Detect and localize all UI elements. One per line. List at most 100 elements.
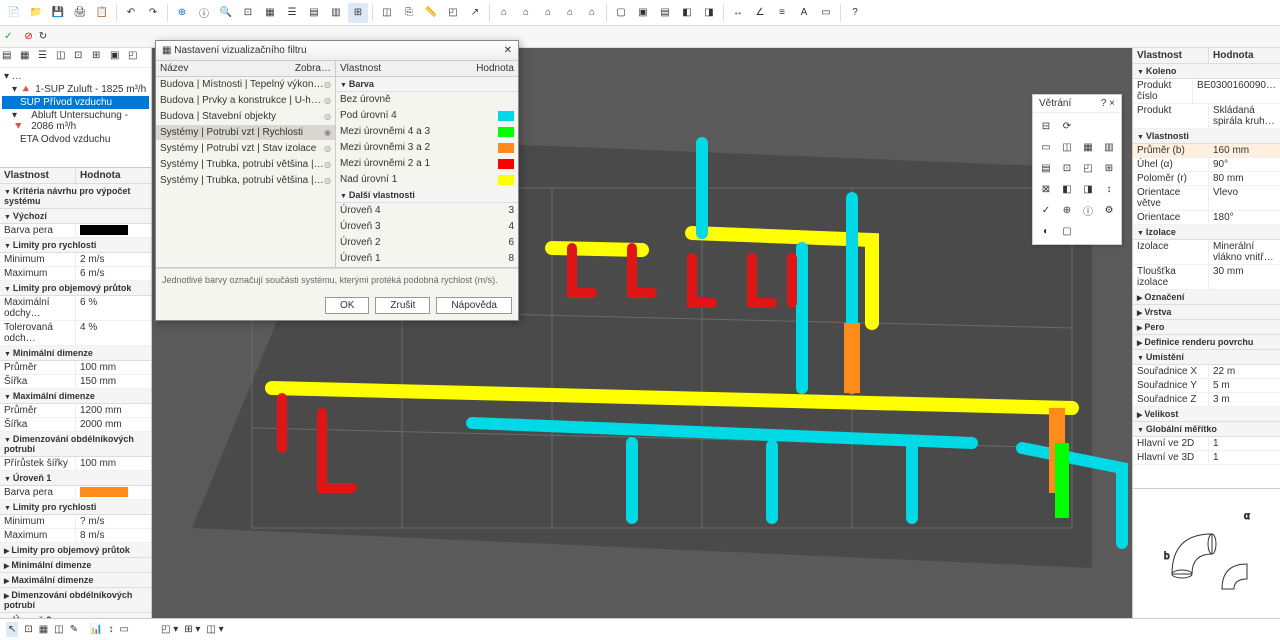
export-icon[interactable]: ▤ (655, 3, 675, 23)
prop-row[interactable]: Tolerovaná odch…4 % (0, 321, 151, 346)
prop-value[interactable]: 5 m (1209, 379, 1280, 392)
ok-button[interactable]: OK (325, 297, 369, 314)
box-icon[interactable]: ◫ (377, 3, 397, 23)
prop-row[interactable]: Minimum2 m/s (0, 253, 151, 267)
prop-row[interactable]: Barva pera (0, 224, 151, 238)
prop-row[interactable]: Šířka2000 mm (0, 418, 151, 432)
tool-icon[interactable]: ◐ (1037, 222, 1055, 240)
prop-value[interactable]: 22 m (1209, 365, 1280, 378)
tool-icon[interactable]: ◫ (1058, 138, 1076, 156)
home5-icon[interactable]: ⌂ (582, 3, 602, 23)
filter-list-row[interactable]: Budova | Prvky a konstrukce | U-hodnoty◎ (156, 93, 335, 109)
prop-row[interactable]: IzolaceMinerální vlákno vnitř… (1133, 240, 1280, 265)
tool-icon[interactable]: ↕ (1100, 180, 1118, 198)
prop-value[interactable]: 1 (1209, 451, 1280, 464)
measure2-icon[interactable]: ↔ (728, 3, 748, 23)
prop-value[interactable]: 100 mm (76, 361, 151, 374)
prop-value[interactable]: 180° (1209, 211, 1280, 224)
prop-row[interactable]: Maximum6 m/s (0, 267, 151, 281)
home3-icon[interactable]: ⌂ (538, 3, 558, 23)
status-icon[interactable]: ⊡ (24, 624, 32, 635)
visibility-icon[interactable]: ◎ (324, 144, 331, 153)
zoom-extents-icon[interactable]: ⊡ (238, 3, 258, 23)
status-icon[interactable]: ◫ (54, 624, 63, 635)
tool-icon[interactable]: ⊡ (1058, 159, 1076, 177)
tree-item[interactable]: ▾ 🔻 Abluft Untersuchung - 2086 m³/h (2, 109, 149, 133)
text-icon[interactable]: A (794, 3, 814, 23)
filter-list-row[interactable]: Systémy | Trubka, potrubí většina | Krit… (156, 157, 335, 173)
prop-value[interactable]: 8 m/s (76, 529, 151, 542)
color-swatch[interactable] (498, 127, 514, 137)
prop-value[interactable]: 4 % (76, 321, 151, 345)
text2-icon[interactable]: ▭ (816, 3, 836, 23)
prop-row[interactable]: Poloměr (r)80 mm (1133, 172, 1280, 186)
tree-root[interactable]: ▾ … (2, 70, 149, 83)
tool-icon[interactable]: ⊕ (1058, 201, 1076, 219)
level-value-row[interactable]: Úroveň 18 (336, 251, 518, 267)
undo-icon[interactable]: ↶ (121, 3, 141, 23)
filter-list-row[interactable]: Systémy | Potrubí vzt | Rychlosti◉ (156, 125, 335, 141)
prop-category[interactable]: Maximální dimenze (0, 389, 151, 404)
apply-icon[interactable]: ✓ (4, 31, 12, 42)
save-icon[interactable]: 💾 (48, 3, 68, 23)
prop-row[interactable]: Souřadnice Z3 m (1133, 393, 1280, 407)
visibility-icon[interactable]: ◎ (324, 176, 331, 185)
prop-row[interactable]: Minimum? m/s (0, 515, 151, 529)
info-icon[interactable]: ⓘ (194, 3, 214, 23)
layers2-icon[interactable]: ▤ (304, 3, 324, 23)
prop-category[interactable]: Vlastnosti (1133, 129, 1280, 144)
prop-row[interactable]: Produkt čísloBE0300160090… (1133, 79, 1280, 104)
new-icon[interactable]: 📄 (4, 3, 24, 23)
tool-icon[interactable]: ◧ (1058, 180, 1076, 198)
tree-item[interactable]: ▾ 🔺 1-SUP Zuluft - 1825 m³/h (2, 83, 149, 96)
prop-value[interactable] (76, 224, 151, 237)
prop-row[interactable]: ProduktSkládaná spirála kruh… (1133, 104, 1280, 129)
color-level-row[interactable]: Bez úrovně (336, 92, 518, 108)
tree-icon4[interactable]: ◫ (56, 50, 72, 66)
prop-value[interactable]: 160 mm (1209, 144, 1280, 157)
prop-category[interactable]: Minimální dimenze (0, 558, 151, 573)
prop-row[interactable]: Orientace větveVlevo (1133, 186, 1280, 211)
status-icon[interactable]: 📊 (90, 624, 102, 635)
prop-row[interactable]: Souřadnice X22 m (1133, 365, 1280, 379)
status-icon[interactable]: ✎ (70, 624, 78, 635)
prop-category[interactable]: Pero (1133, 320, 1280, 335)
prop-row[interactable]: Souřadnice Y5 m (1133, 379, 1280, 393)
prop-category[interactable]: Úroveň 2 (0, 613, 151, 618)
tool-icon[interactable] (1100, 222, 1118, 240)
filter-list-row[interactable]: Systémy | Trubka, potrubí většina | Úzam… (156, 173, 335, 189)
prop-value[interactable] (76, 486, 151, 499)
visibility-icon[interactable]: ◎ (324, 80, 331, 89)
prop-category[interactable]: Vrstva (1133, 305, 1280, 320)
level-value-row[interactable]: Úroveň 26 (336, 235, 518, 251)
tool-icon[interactable]: ▥ (1100, 138, 1118, 156)
color-level-row[interactable]: Mezi úrovněmi 4 a 3 (336, 124, 518, 140)
cancel-button[interactable]: Zrušit (375, 297, 430, 314)
dialog-cat-color[interactable]: Barva (336, 77, 518, 92)
revert-icon[interactable]: ↻ (39, 31, 47, 42)
dialog-cat-other[interactable]: Další vlastnosti (336, 188, 518, 203)
visibility-icon[interactable]: ◉ (324, 128, 331, 137)
prop-value[interactable]: 150 mm (76, 375, 151, 388)
prop-row[interactable]: Přírůstek šířky100 mm (0, 457, 151, 471)
tool-icon[interactable]: ⊞ (1100, 159, 1118, 177)
tool-icon[interactable]: ✓ (1037, 201, 1055, 219)
visibility-icon[interactable]: ◎ (324, 160, 331, 169)
prop-value[interactable]: 30 mm (1209, 265, 1280, 289)
level-value-row[interactable]: Úroveň 34 (336, 219, 518, 235)
prop-value[interactable]: 1200 mm (76, 404, 151, 417)
prop-value[interactable]: 3 m (1209, 393, 1280, 406)
filter-list-row[interactable]: Budova | Stavební objekty◎ (156, 109, 335, 125)
home2-icon[interactable]: ⌂ (516, 3, 536, 23)
tool-icon[interactable]: ⊠ (1037, 180, 1055, 198)
color-swatch[interactable] (498, 95, 514, 105)
tool-icon[interactable]: ▢ (1058, 222, 1076, 240)
filter-list-row[interactable]: Systémy | Potrubí vzt | Stav izolace◎ (156, 141, 335, 157)
color-swatch[interactable] (498, 111, 514, 121)
tree-icon8[interactable]: ◰ (128, 50, 144, 66)
level-value-row[interactable]: Úroveň 43 (336, 203, 518, 219)
prop-category[interactable]: Výchozí (0, 209, 151, 224)
color-level-row[interactable]: Mezi úrovněmi 2 a 1 (336, 156, 518, 172)
tree-icon[interactable]: ▤ (2, 50, 18, 66)
open-ext-icon[interactable]: ↗ (465, 3, 485, 23)
